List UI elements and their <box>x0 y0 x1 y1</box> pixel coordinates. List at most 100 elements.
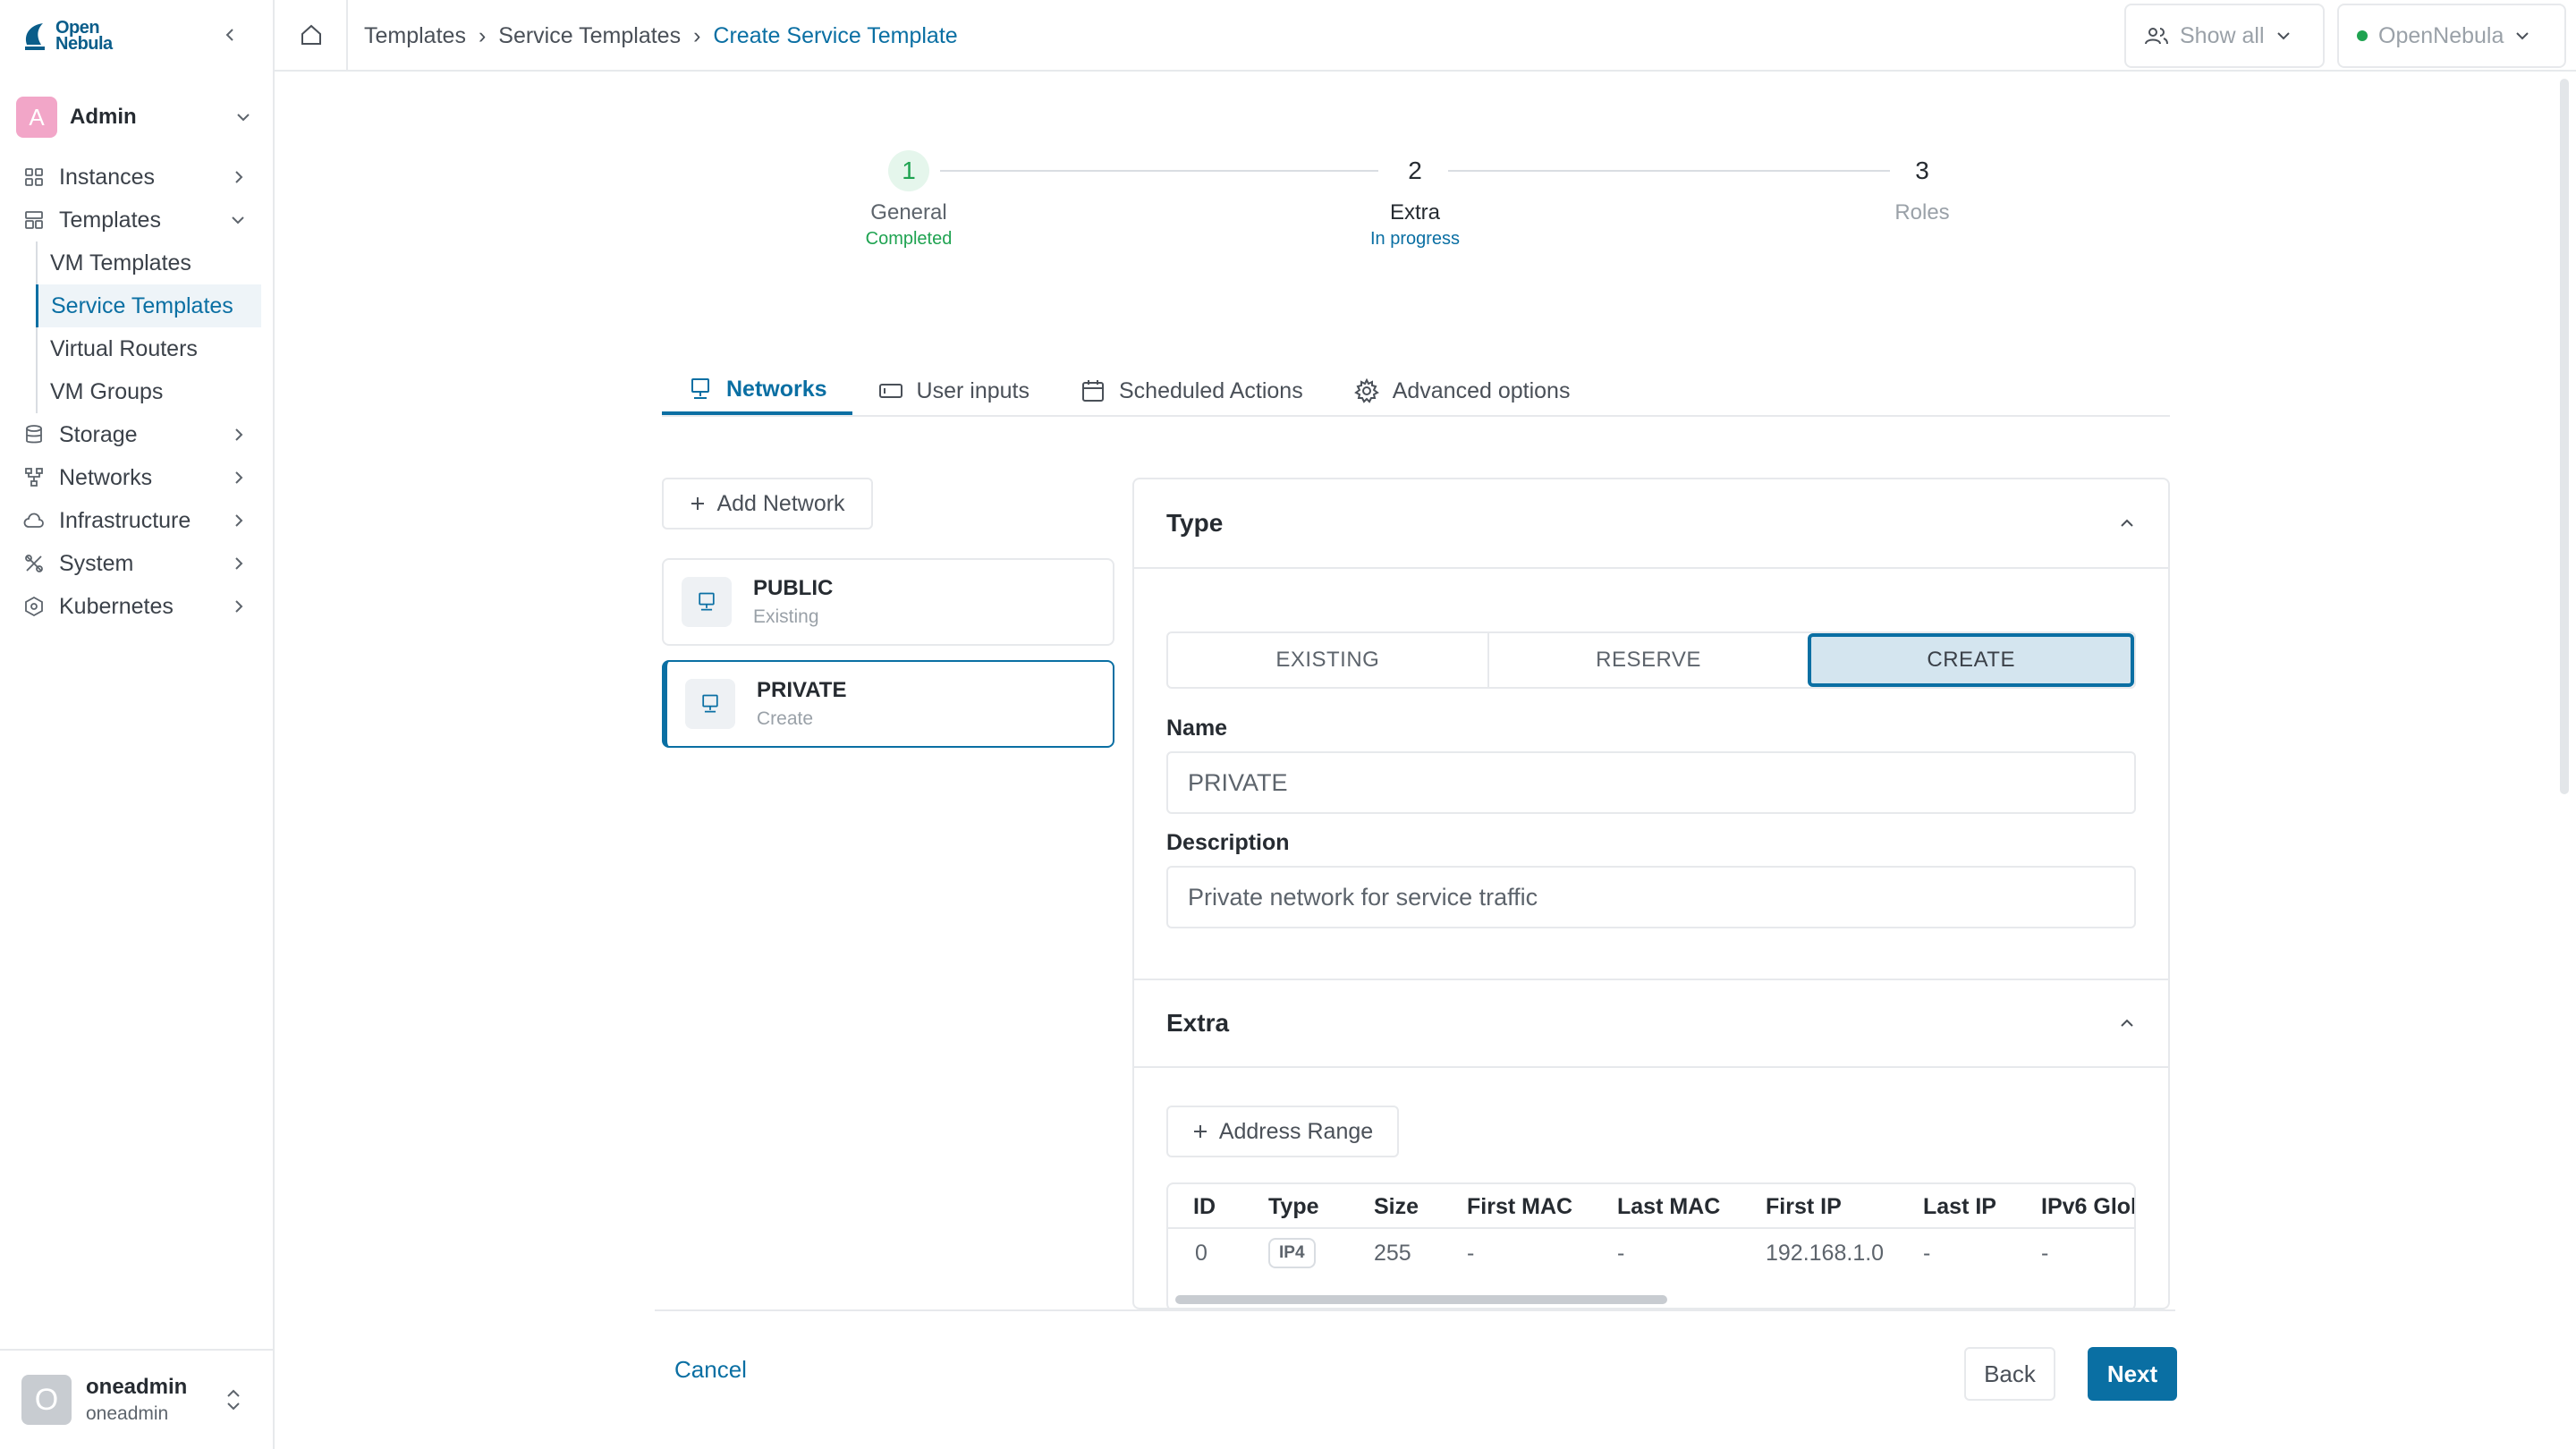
step-general[interactable]: 1 General Completed <box>819 150 998 250</box>
chevron-right-icon <box>235 600 243 613</box>
plus-icon <box>1193 1125 1207 1138</box>
chevron-down-icon <box>2516 32 2529 40</box>
name-label: Name <box>1166 716 1228 741</box>
sidebar-item-system[interactable]: System <box>0 542 273 585</box>
step-number: 2 <box>1408 157 1422 184</box>
templates-submenu: VM Templates Service Templates Virtual R… <box>36 242 273 413</box>
type-option-create[interactable]: CREATE <box>1808 633 2135 687</box>
home-icon <box>301 24 321 45</box>
network-icon <box>699 592 715 611</box>
sidebar-item-service-templates[interactable]: Service Templates <box>36 284 261 327</box>
calendar-icon <box>1082 380 1104 402</box>
sidebar-item-storage[interactable]: Storage <box>0 413 273 456</box>
add-address-range-button[interactable]: Address Range <box>1166 1106 1399 1157</box>
sidebar: Open Nebula A Admin Instances Templates <box>0 0 275 1449</box>
chevron-down-icon <box>2276 32 2290 40</box>
breadcrumb-separator-icon: › <box>693 22 701 48</box>
sidebar-item-kubernetes[interactable]: Kubernetes <box>0 585 273 628</box>
add-network-button[interactable]: Add Network <box>662 478 873 530</box>
breadcrumb-templates[interactable]: Templates <box>364 23 466 49</box>
wizard-stepper: 1 General Completed 2 Extra In progress … <box>275 134 2576 259</box>
templates-icon <box>25 211 43 229</box>
storage-icon <box>26 425 42 444</box>
type-badge: IP4 <box>1268 1238 1316 1268</box>
column-header-last-ip: Last IP <box>1923 1193 1996 1219</box>
networks-icon <box>25 468 43 487</box>
cancel-button[interactable]: Cancel <box>674 1356 747 1384</box>
sidebar-item-label: Storage <box>59 421 138 447</box>
tab-advanced-options[interactable]: Advanced options <box>1328 367 1596 415</box>
cell-last-ip: - <box>1923 1240 1931 1266</box>
collapse-sidebar-button[interactable] <box>216 21 243 48</box>
zone-label: OpenNebula <box>2378 22 2504 48</box>
tab-user-inputs[interactable]: User inputs <box>852 367 1055 415</box>
chevron-up-icon <box>2121 1019 2133 1027</box>
show-all-filter-button[interactable]: Show all <box>2124 4 2325 68</box>
sidebar-item-label: Networks <box>59 464 153 490</box>
sidebar-item-networks[interactable]: Networks <box>0 456 273 499</box>
extra-section-title: Extra <box>1166 1009 1230 1037</box>
network-type-selector: EXISTING RESERVE CREATE <box>1166 631 2136 689</box>
sidebar-item-label: Templates <box>59 207 161 233</box>
type-section-header[interactable]: Type <box>1134 479 2168 569</box>
column-header-id: ID <box>1193 1193 1216 1219</box>
network-name: PRIVATE <box>757 678 847 702</box>
opennebula-logo[interactable]: Open Nebula <box>21 18 113 54</box>
user-avatar: O <box>21 1375 72 1425</box>
step-extra[interactable]: 2 Extra In progress <box>1326 150 1504 250</box>
back-button[interactable]: Back <box>1964 1347 2055 1401</box>
tab-networks[interactable]: Networks <box>662 367 852 415</box>
input-icon <box>878 384 902 398</box>
cell-first-mac: - <box>1467 1240 1475 1266</box>
step-status: Completed <box>865 229 953 249</box>
tab-scheduled-actions[interactable]: Scheduled Actions <box>1055 367 1328 415</box>
network-card-private[interactable]: PRIVATE Create <box>662 660 1114 748</box>
breadcrumb-separator-icon: › <box>478 22 487 48</box>
sidebar-item-instances[interactable]: Instances <box>0 156 273 199</box>
chevron-up-icon <box>2121 519 2133 527</box>
user-name: oneadmin <box>86 1375 188 1399</box>
kubernetes-icon <box>25 596 43 617</box>
step-status: In progress <box>1369 229 1461 249</box>
tab-label: Advanced options <box>1392 377 1571 403</box>
table-row[interactable]: 0 IP4 255 - - 192.168.1.0 - - <box>1168 1231 2134 1275</box>
network-mode: Create <box>757 708 814 729</box>
type-option-existing[interactable]: EXISTING <box>1168 633 1487 687</box>
sidebar-item-label: System <box>59 550 134 576</box>
zone-status-dot <box>2357 30 2368 41</box>
step-roles[interactable]: 3 Roles <box>1833 150 2012 229</box>
sidebar-item-virtual-routers[interactable]: Virtual Routers <box>38 327 263 370</box>
chevron-right-icon <box>235 514 243 527</box>
column-header-first-mac: First MAC <box>1467 1193 1573 1219</box>
sidebar-item-infrastructure[interactable]: Infrastructure <box>0 499 273 542</box>
step-title: Extra <box>1389 200 1440 225</box>
step-title: Roles <box>1894 200 1950 225</box>
network-card-public[interactable]: PUBLIC Existing <box>662 558 1114 646</box>
tab-label: User inputs <box>916 377 1030 403</box>
name-input[interactable]: PRIVATE <box>1166 751 2136 814</box>
extra-section-header[interactable]: Extra <box>1134 979 2168 1068</box>
home-button[interactable] <box>298 21 326 50</box>
zone-selector-button[interactable]: OpenNebula <box>2337 4 2566 68</box>
sidebar-item-vm-templates[interactable]: VM Templates <box>38 242 263 284</box>
type-option-reserve[interactable]: RESERVE <box>1487 633 1809 687</box>
sidebar-item-templates[interactable]: Templates <box>0 199 273 242</box>
sidebar-item-vm-groups[interactable]: VM Groups <box>38 370 263 413</box>
column-header-ipv6-global: IPv6 Glob <box>2041 1193 2136 1219</box>
description-input[interactable]: Private network for service traffic <box>1166 866 2136 928</box>
user-menu[interactable]: O oneadmin oneadmin <box>0 1349 273 1449</box>
breadcrumb-service-templates[interactable]: Service Templates <box>498 23 681 49</box>
cell-size: 255 <box>1374 1240 1411 1266</box>
chevron-right-icon <box>235 171 243 183</box>
system-icon <box>25 555 43 572</box>
footer-divider <box>655 1309 2175 1311</box>
stepper-connector <box>940 170 1378 172</box>
group-selector[interactable]: A Admin <box>16 97 259 138</box>
topbar: Templates › Service Templates › Create S… <box>275 0 2576 72</box>
users-icon <box>2145 28 2168 45</box>
group-avatar: A <box>16 97 57 138</box>
step-title: General <box>870 200 947 225</box>
next-button[interactable]: Next <box>2088 1347 2177 1401</box>
address-range-table: ID Type Size First MAC Last MAC First IP… <box>1166 1182 2136 1308</box>
table-horizontal-scrollbar[interactable] <box>1175 1295 1667 1304</box>
